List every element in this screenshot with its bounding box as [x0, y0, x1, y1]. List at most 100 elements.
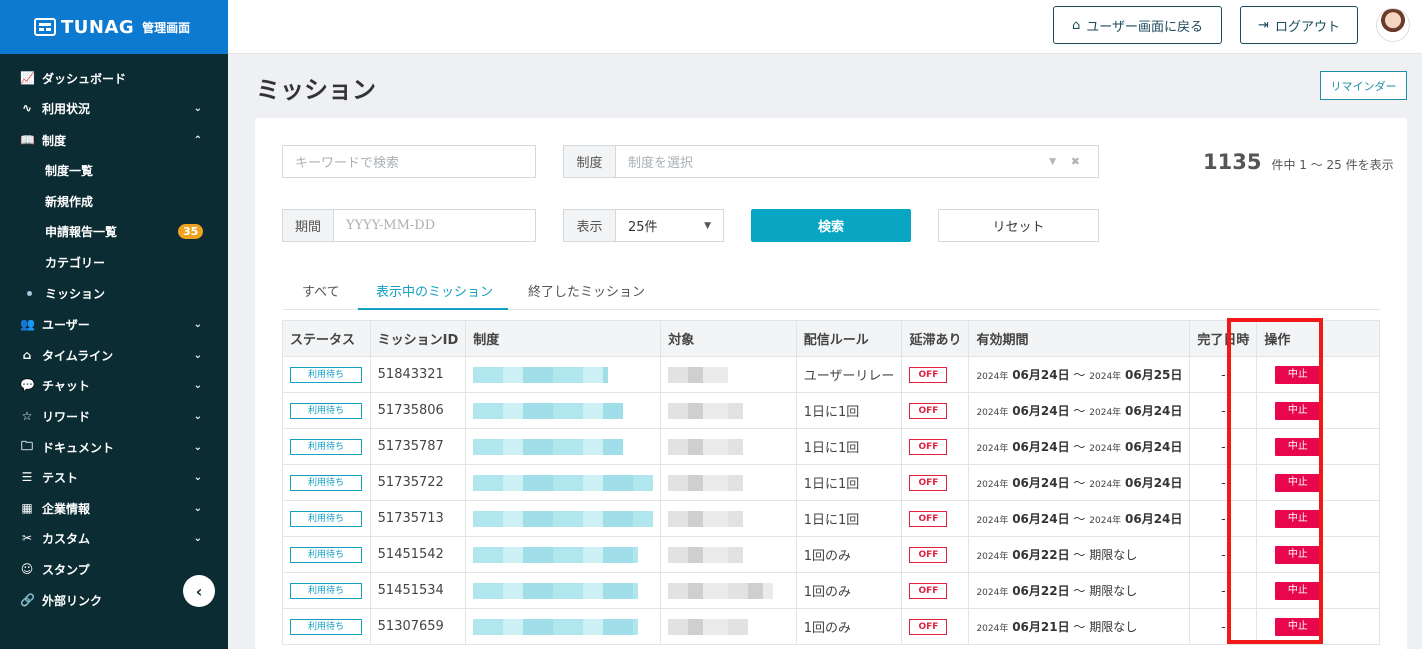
redacted-target — [668, 474, 744, 491]
table-row: 利用待ち 51735713 1日に1回 OFF 2024年 06月24日 〜 2024年… — [282, 500, 1380, 537]
table-row: 利用待ち 51735806 1日に1回 OFF 2024年 06月24日 〜 2024年… — [282, 392, 1380, 429]
sidebar-item-mission[interactable]: ミッション — [0, 280, 228, 306]
status-badge: 利用待ち — [290, 619, 362, 635]
overdue-cell: OFF — [901, 608, 970, 645]
col-valid-period[interactable]: 有効期間 — [968, 320, 1191, 357]
sidebar-item-test[interactable]: ☰ テスト ⌄ — [0, 464, 228, 490]
sidebar-item-label: チャット — [42, 378, 90, 393]
system-cell[interactable] — [465, 356, 662, 393]
sidebar-item-label: 新規作成 — [45, 194, 94, 209]
sidebar-item-custom[interactable]: ✂ カスタム ⌄ — [0, 525, 228, 551]
sidebar: TUNAG 管理画面 📈 ダッシュボード ∿ 利用状況 ⌄ 📖 制度 ⌃ 制度一覧 新規作成 申請報… — [0, 0, 228, 649]
sidebar-item-label: ユーザー — [42, 317, 90, 332]
sidebar-item-chat[interactable]: 💬 チャット ⌄ — [0, 372, 228, 398]
mission-id-cell: 51307659 — [369, 608, 467, 645]
system-cell[interactable] — [465, 392, 662, 429]
page-title: ミッション — [256, 76, 376, 104]
mission-id-cell: 51735806 — [369, 392, 467, 429]
sidebar-item-usage[interactable]: ∿ 利用状況 ⌄ — [0, 95, 228, 121]
table-row: 利用待ち 51735787 1日に1回 OFF 2024年 06月24日 〜 2024年… — [282, 428, 1380, 465]
sidebar-item-request-report-list[interactable]: 申請報告一覧 35 — [0, 218, 228, 244]
chat-bubble-icon: 💬 — [20, 378, 35, 392]
status-cell: 利用待ち — [282, 500, 371, 537]
folder-icon: 🗀 — [20, 438, 33, 453]
sidebar-item-label: 利用状況 — [42, 101, 91, 116]
reset-button[interactable]: リセット — [938, 209, 1099, 242]
search-button[interactable]: 検索 — [751, 209, 911, 242]
overdue-cell: OFF — [901, 392, 970, 429]
valid-period-cell: 2024年 06月24日 〜 2024年 06月24日 — [968, 392, 1191, 429]
col-delivery-rule[interactable]: 配信ルール — [795, 320, 903, 357]
sidebar-item-company-info[interactable]: ▦ 企業情報 ⌄ — [0, 495, 228, 521]
system-cell[interactable] — [465, 536, 662, 573]
total-count: 1135 — [1203, 150, 1262, 174]
sidebar-item-label: 制度一覧 — [45, 163, 94, 178]
overdue-off-badge: OFF — [909, 475, 948, 491]
keyword-search-input[interactable]: キーワードで検索 — [282, 145, 536, 178]
delivery-rule-cell: 1回のみ — [795, 572, 903, 609]
table-row: 利用待ち 51451542 1回のみ OFF 2024年 06月22日 〜 期限なし - 中… — [282, 536, 1380, 573]
system-cell[interactable] — [465, 464, 662, 501]
sidebar-item-user[interactable]: 👥 ユーザー ⌄ — [0, 311, 228, 337]
clear-icon[interactable]: ✖ — [1071, 155, 1080, 168]
status-badge: 利用待ち — [290, 367, 362, 383]
reminder-button[interactable]: リマインダー — [1320, 71, 1407, 100]
col-overdue[interactable]: 延滞あり — [901, 320, 970, 357]
sidebar-item-new-create[interactable]: 新規作成 — [0, 188, 228, 214]
valid-period-cell: 2024年 06月24日 〜 2024年 06月24日 — [968, 428, 1191, 465]
col-status[interactable]: ステータス — [282, 320, 371, 357]
system-cell[interactable] — [465, 500, 662, 537]
overdue-cell: OFF — [901, 536, 970, 573]
sidebar-item-label: カテゴリー — [45, 255, 106, 270]
valid-period-cell: 2024年 06月24日 〜 2024年 06月25日 — [968, 356, 1191, 393]
system-cell[interactable] — [465, 572, 662, 609]
system-cell[interactable] — [465, 608, 662, 645]
chevron-down-icon: ⌄ — [193, 441, 202, 453]
col-mission-id[interactable]: ミッションID — [369, 320, 467, 357]
brand-name: TUNAG — [61, 16, 135, 38]
col-target[interactable]: 対象 — [660, 320, 797, 357]
dropdown-arrow-icon: ▼ — [704, 220, 711, 231]
overdue-off-badge: OFF — [909, 403, 948, 419]
sidebar-item-category[interactable]: カテゴリー — [0, 249, 228, 275]
system-cell[interactable] — [465, 428, 662, 465]
status-badge: 利用待ち — [290, 403, 362, 419]
back-to-user-screen-button[interactable]: ⌂ ユーザー画面に戻る — [1053, 6, 1222, 44]
sidebar-item-label: タイムライン — [42, 348, 114, 363]
sidebar-item-timeline[interactable]: ⌂ タイムライン ⌄ — [0, 342, 228, 368]
target-cell — [660, 356, 797, 393]
sidebar-item-system-list[interactable]: 制度一覧 — [0, 157, 228, 183]
target-cell — [660, 572, 797, 609]
logo-bar[interactable]: TUNAG 管理画面 — [0, 0, 228, 54]
period-date-input[interactable]: YYYY-MM-DD — [333, 209, 536, 242]
status-cell: 利用待ち — [282, 356, 371, 393]
tab-finished-missions[interactable]: 終了したミッション — [528, 281, 645, 300]
status-badge: 利用待ち — [290, 583, 362, 599]
tab-all[interactable]: すべて — [302, 281, 340, 300]
logout-button[interactable]: ⇥ ログアウト — [1240, 6, 1358, 44]
sidebar-item-reward[interactable]: ☆ リワード ⌄ — [0, 403, 228, 429]
col-system[interactable]: 制度 — [465, 320, 662, 357]
system-select[interactable]: 制度を選択 ▼ ✖ — [615, 145, 1099, 178]
avatar[interactable] — [1376, 8, 1410, 42]
active-dot — [27, 290, 32, 296]
tab-active-missions[interactable]: 表示中のミッション — [376, 281, 493, 300]
overdue-off-badge: OFF — [909, 511, 948, 527]
chevron-down-icon: ⌄ — [193, 102, 202, 114]
sidebar-item-label: リワード — [42, 409, 91, 424]
sidebar-item-dashboard[interactable]: 📈 ダッシュボード — [0, 65, 228, 91]
delivery-rule-cell: 1日に1回 — [795, 392, 903, 429]
smile-icon: ☺ — [20, 562, 34, 576]
sidebar-item-document[interactable]: 🗀 ドキュメント ⌄ — [0, 434, 228, 460]
tools-icon: ✂ — [21, 531, 33, 545]
sidebar-item-label: 申請報告一覧 — [45, 224, 118, 239]
overdue-cell: OFF — [901, 572, 970, 609]
sidebar-item-system[interactable]: 📖 制度 ⌃ — [0, 127, 228, 153]
status-badge: 利用待ち — [290, 547, 362, 563]
status-cell: 利用待ち — [282, 464, 371, 501]
status-cell: 利用待ち — [282, 536, 371, 573]
table-row: 利用待ち 51843321 ユーザーリレー OFF 2024年 06月24日 〜 202… — [282, 356, 1380, 393]
period-filter-label: 期間 — [282, 209, 334, 242]
sidebar-collapse-button[interactable]: ‹ — [183, 575, 215, 607]
display-count-select[interactable]: 25件 ▼ — [615, 209, 724, 242]
